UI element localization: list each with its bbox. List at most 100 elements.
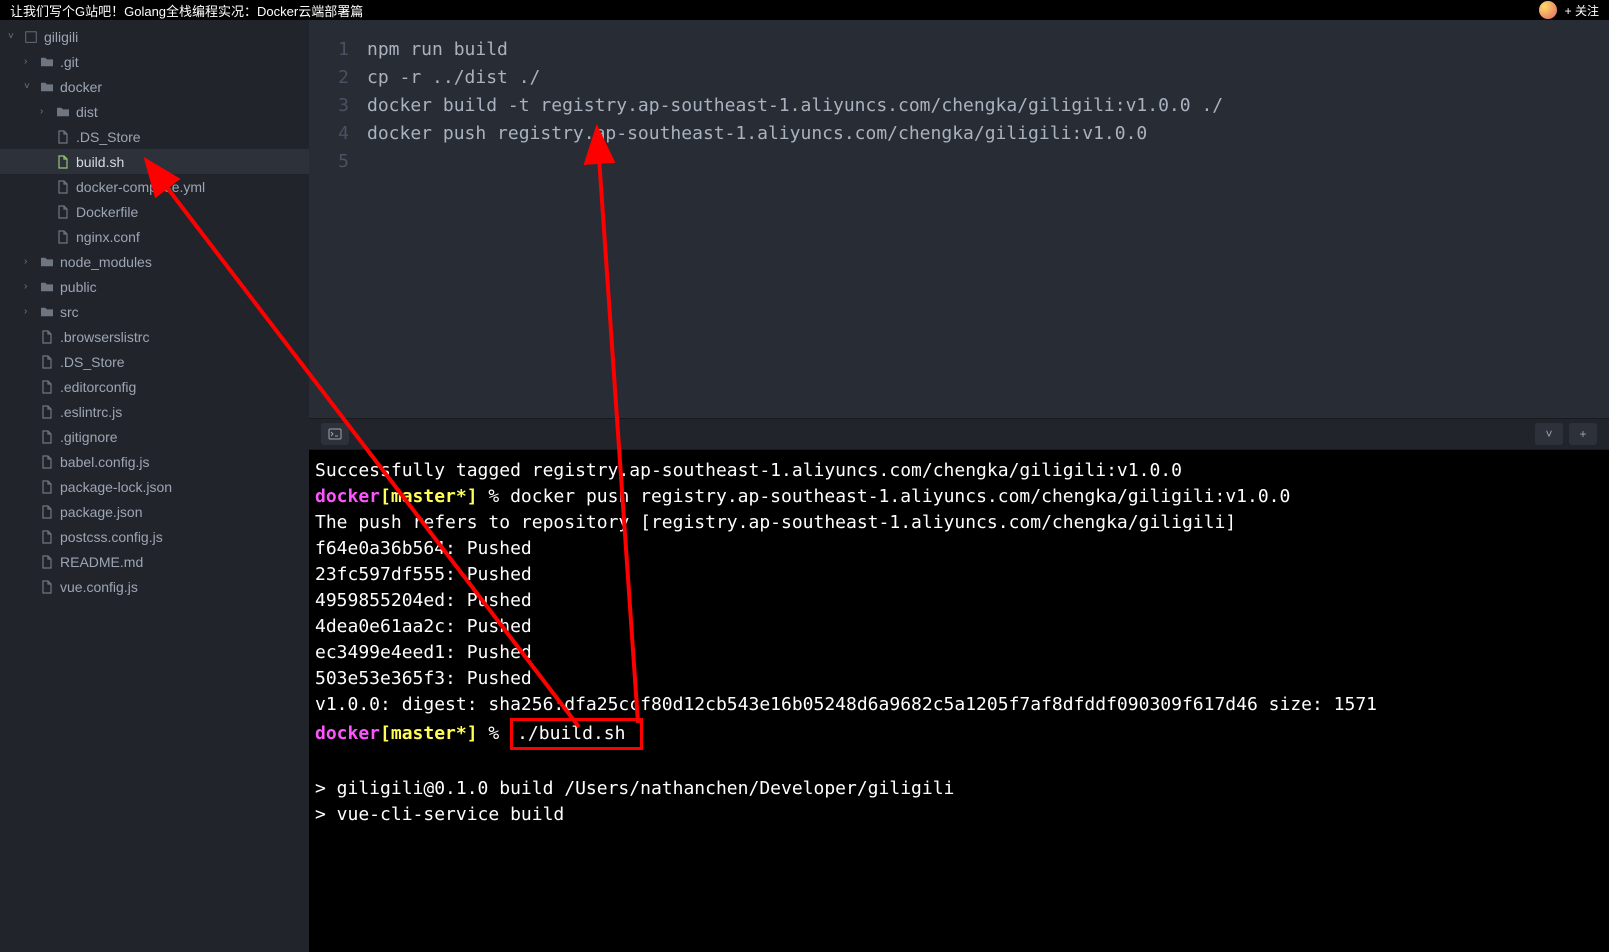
tree-item-label: vue.config.js (60, 579, 138, 595)
tree-item-label: docker-compose.yml (76, 179, 205, 195)
tree-item-babel-config-js[interactable]: babel.config.js (0, 449, 309, 474)
terminal-line: 23fc597df555: Pushed (315, 562, 1603, 588)
repo-icon (22, 30, 40, 44)
terminal-dropdown-icon[interactable]: ˅ (1535, 423, 1563, 445)
file-icon (38, 380, 56, 394)
tree-item-label: .editorconfig (60, 379, 136, 395)
code-editor[interactable]: 1npm run build2cp -r ../dist ./3docker b… (309, 20, 1609, 418)
video-topbar: 让我们写个G站吧！Golang全栈编程实况：Docker云端部署篇 + 关注 (0, 0, 1609, 20)
tree-item-postcss-config-js[interactable]: postcss.config.js (0, 524, 309, 549)
tree-item-package-lock-json[interactable]: package-lock.json (0, 474, 309, 499)
tree-item-label: .DS_Store (60, 354, 125, 370)
code-text: cp -r ../dist ./ (367, 64, 540, 92)
tree-item-docker-compose-yml[interactable]: docker-compose.yml (0, 174, 309, 199)
terminal-line: 4959855204ed: Pushed (315, 588, 1603, 614)
chevron-right-icon: › (24, 256, 38, 267)
prompt-dir: docker (315, 723, 380, 744)
file-tree[interactable]: ˅ giligili ›.git˅docker›dist.DS_Storebui… (0, 20, 309, 952)
folder-icon (38, 56, 56, 68)
line-number: 5 (309, 148, 367, 176)
terminal-line: docker[master*] % ./build.sh (315, 718, 1603, 750)
tree-item-label: postcss.config.js (60, 529, 163, 545)
file-icon (38, 505, 56, 519)
terminal-line (315, 750, 1603, 776)
tree-item-label: Dockerfile (76, 204, 138, 220)
code-line[interactable]: 1npm run build (309, 36, 1609, 64)
tree-item-dist[interactable]: ›dist (0, 99, 309, 124)
tree-item-label: dist (76, 104, 98, 120)
terminal-line: 503e53e365f3: Pushed (315, 666, 1603, 692)
video-title: 让我们写个G站吧！Golang全栈编程实况：Docker云端部署篇 (10, 1, 363, 20)
terminal-line: Successfully tagged registry.ap-southeas… (315, 458, 1603, 484)
file-icon (38, 580, 56, 594)
tree-item-src[interactable]: ›src (0, 299, 309, 324)
code-line[interactable]: 3docker build -t registry.ap-southeast-1… (309, 92, 1609, 120)
line-number: 2 (309, 64, 367, 92)
tree-item-node-modules[interactable]: › node_modules (0, 249, 309, 274)
tree-item-label: .git (60, 54, 79, 70)
prompt-dir: docker (315, 486, 380, 507)
file-icon (38, 480, 56, 494)
tree-item-readme-md[interactable]: README.md (0, 549, 309, 574)
highlighted-command: ./build.sh (510, 718, 643, 750)
terminal-line: f64e0a36b564: Pushed (315, 536, 1603, 562)
chevron-right-icon: › (24, 56, 38, 67)
prompt-command: docker push registry.ap-southeast-1.aliy… (510, 486, 1290, 507)
tree-item-label: build.sh (76, 154, 124, 170)
terminal-line: > giligili@0.1.0 build /Users/nathanchen… (315, 776, 1603, 802)
tree-item--gitignore[interactable]: .gitignore (0, 424, 309, 449)
tree-item-label: docker (60, 79, 102, 95)
chevron-down-icon: ˅ (8, 31, 22, 42)
tree-item--git[interactable]: › .git (0, 49, 309, 74)
tree-item-label: .eslintrc.js (60, 404, 122, 420)
follow-button[interactable]: + 关注 (1565, 2, 1599, 19)
terminal-line: docker[master*] % docker push registry.a… (315, 484, 1603, 510)
tree-item--ds-store[interactable]: .DS_Store (0, 349, 309, 374)
tree-item-vue-config-js[interactable]: vue.config.js (0, 574, 309, 599)
tree-item-package-json[interactable]: package.json (0, 499, 309, 524)
code-text: docker build -t registry.ap-southeast-1.… (367, 92, 1223, 120)
tree-item-label: node_modules (60, 254, 152, 270)
terminal[interactable]: Successfully tagged registry.ap-southeas… (309, 450, 1609, 952)
file-icon (38, 330, 56, 344)
prompt-symbol: % (478, 723, 511, 744)
tree-item-docker[interactable]: ˅ docker (0, 74, 309, 99)
tree-root[interactable]: ˅ giligili (0, 24, 309, 49)
tree-item-label: README.md (60, 554, 143, 570)
code-line[interactable]: 5 (309, 148, 1609, 176)
folder-icon (38, 256, 56, 268)
terminal-line: 4dea0e61aa2c: Pushed (315, 614, 1603, 640)
prompt-branch: [master*] (380, 723, 478, 744)
chevron-down-icon: ˅ (24, 81, 38, 92)
file-icon (38, 530, 56, 544)
tree-item-label: babel.config.js (60, 454, 150, 470)
folder-icon (38, 306, 56, 318)
code-text: docker push registry.ap-southeast-1.aliy… (367, 120, 1147, 148)
file-icon (54, 205, 72, 219)
terminal-line: ec3499e4eed1: Pushed (315, 640, 1603, 666)
file-icon (54, 180, 72, 194)
folder-icon (38, 81, 56, 93)
tree-item-build-sh[interactable]: build.sh (0, 149, 309, 174)
tree-item-label: nginx.conf (76, 229, 140, 245)
tree-item--ds-store[interactable]: .DS_Store (0, 124, 309, 149)
tree-item-dockerfile[interactable]: Dockerfile (0, 199, 309, 224)
terminal-toolbar: ˅ + (309, 418, 1609, 450)
code-line[interactable]: 4docker push registry.ap-southeast-1.ali… (309, 120, 1609, 148)
terminal-add-icon[interactable]: + (1569, 423, 1597, 445)
tree-item--browserslistrc[interactable]: .browserslistrc (0, 324, 309, 349)
file-icon (54, 230, 72, 244)
terminal-line: The push refers to repository [registry.… (315, 510, 1603, 536)
file-icon (54, 130, 72, 144)
code-line[interactable]: 2cp -r ../dist ./ (309, 64, 1609, 92)
terminal-line: v1.0.0: digest: sha256:dfa25ccf80d12cb54… (315, 692, 1603, 718)
file-icon (38, 455, 56, 469)
tree-item--eslintrc-js[interactable]: .eslintrc.js (0, 399, 309, 424)
tree-item--editorconfig[interactable]: .editorconfig (0, 374, 309, 399)
tree-item-nginx-conf[interactable]: nginx.conf (0, 224, 309, 249)
tree-item-public[interactable]: ›public (0, 274, 309, 299)
avatar[interactable] (1539, 1, 1557, 19)
terminal-tab-icon[interactable] (321, 423, 349, 445)
tree-root-label: giligili (44, 29, 78, 45)
tree-item-label: .browserslistrc (60, 329, 149, 345)
